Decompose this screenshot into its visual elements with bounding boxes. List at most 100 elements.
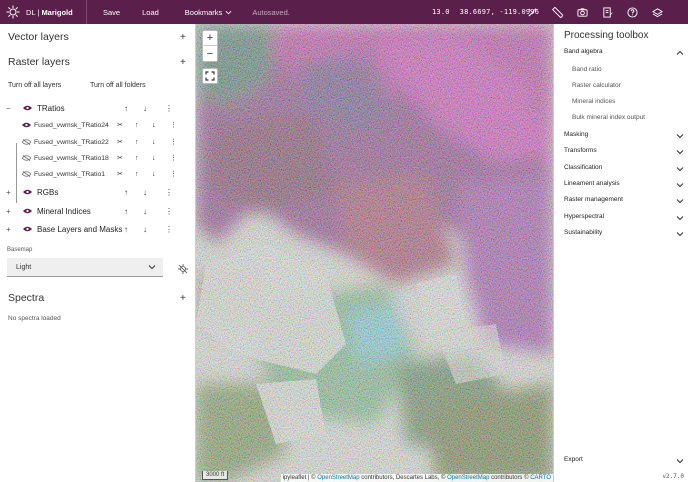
satellite-imagery[interactable] <box>196 24 553 482</box>
eye-off-icon[interactable] <box>22 155 31 161</box>
expand-toggle[interactable]: + <box>6 225 11 234</box>
move-up-icon[interactable]: ↑ <box>124 188 128 197</box>
layer-group-base-layers[interactable]: + Base Layers and Masks ↑ ↓ ⋮ <box>0 221 196 237</box>
sublayer-row[interactable]: Fused_vwmsk_TRatio24 ✂ ↑ ↓ ⋮ <box>0 118 196 132</box>
section-sustainability[interactable]: Sustainability <box>564 229 602 236</box>
osm-link[interactable]: OpenStreetMap <box>317 475 359 481</box>
eye-icon[interactable] <box>23 105 32 111</box>
move-down-icon[interactable]: ↓ <box>152 122 156 129</box>
chevron-down-icon[interactable] <box>676 148 684 156</box>
chevron-down-icon[interactable] <box>676 132 684 140</box>
chevron-down-icon[interactable] <box>676 165 684 173</box>
style-tools-icon[interactable]: ✂ <box>117 138 123 146</box>
move-up-icon[interactable]: ↑ <box>124 207 128 216</box>
eye-icon[interactable] <box>23 208 32 214</box>
sublayer-row[interactable]: Fused_vwmsk_TRatio1 ✂ ↑ ↓ ⋮ <box>0 167 196 181</box>
chevron-down-icon[interactable] <box>676 214 684 222</box>
sublayer-row[interactable]: Fused_vwmsk_TRatio22 ✂ ↑ ↓ ⋮ <box>0 135 196 149</box>
notebook-icon <box>603 6 613 18</box>
carto-link[interactable]: CARTO <box>530 475 551 481</box>
layer-group-label: TRatios <box>37 103 65 113</box>
style-tools-icon[interactable]: ✂ <box>117 154 123 162</box>
section-lineament-analysis[interactable]: Lineament analysis <box>564 180 620 187</box>
magic-wand-button[interactable] <box>520 0 545 24</box>
move-down-icon[interactable]: ↓ <box>152 155 156 162</box>
style-tools-icon[interactable]: ✂ <box>117 170 123 178</box>
screenshot-button[interactable] <box>570 0 595 24</box>
expand-toggle[interactable]: + <box>6 188 11 197</box>
move-up-icon[interactable]: ↑ <box>135 171 139 178</box>
tool-raster-calculator[interactable]: Raster calculator <box>572 82 621 89</box>
layers-stack-button[interactable] <box>645 0 670 24</box>
help-button[interactable] <box>620 0 645 24</box>
scale-bar: 3000 ft <box>202 471 229 480</box>
add-raster-layer-button[interactable]: + <box>180 57 186 68</box>
expand-toggle[interactable]: + <box>6 207 11 216</box>
section-hyperspectral[interactable]: Hyperspectral <box>564 213 604 220</box>
move-down-icon[interactable]: ↓ <box>143 104 147 113</box>
app-logo[interactable]: DL | Marigold <box>0 0 87 24</box>
add-vector-layer-button[interactable]: + <box>180 32 186 43</box>
load-button[interactable]: Load <box>136 8 165 17</box>
eye-off-icon[interactable] <box>22 139 31 145</box>
more-options-icon[interactable]: ⋮ <box>165 207 173 216</box>
eye-icon[interactable] <box>22 122 31 128</box>
layer-group-tratios[interactable]: − TRatios ↑ ↓ ⋮ <box>0 100 196 116</box>
layer-group-mineral-indices[interactable]: + Mineral Indices ↑ ↓ ⋮ <box>0 203 196 219</box>
move-up-icon[interactable]: ↑ <box>124 104 128 113</box>
section-export[interactable]: Export <box>564 456 583 463</box>
move-down-icon[interactable]: ↓ <box>152 171 156 178</box>
tool-band-ratio[interactable]: Band ratio <box>572 66 602 73</box>
more-options-icon[interactable]: ⋮ <box>170 154 177 162</box>
bookmarks-button[interactable]: Bookmarks <box>179 8 239 17</box>
more-options-icon[interactable]: ⋮ <box>170 170 177 178</box>
tool-mineral-indices[interactable]: Mineral indices <box>572 98 615 105</box>
move-down-icon[interactable]: ↓ <box>143 207 147 216</box>
section-band-algebra[interactable]: Band algebra <box>564 48 603 55</box>
notebook-button[interactable] <box>595 0 620 24</box>
move-down-icon[interactable]: ↓ <box>143 225 147 234</box>
chevron-down-icon[interactable] <box>676 230 684 238</box>
move-down-icon[interactable]: ↓ <box>143 188 147 197</box>
sublayer-row[interactable]: Fused_vwmsk_TRatio18 ✂ ↑ ↓ ⋮ <box>0 151 196 165</box>
add-spectra-button[interactable]: + <box>180 293 186 304</box>
fullscreen-button[interactable] <box>202 68 218 84</box>
eye-icon[interactable] <box>23 189 32 195</box>
more-options-icon[interactable]: ⋮ <box>165 188 173 197</box>
ruler-icon <box>552 6 563 18</box>
location-off-icon[interactable] <box>178 264 188 274</box>
basemap-select[interactable]: Light <box>7 258 163 277</box>
section-raster-management[interactable]: Raster management <box>564 196 623 203</box>
move-up-icon[interactable]: ↑ <box>135 155 139 162</box>
turn-off-all-folders-button[interactable]: Turn off all folders <box>90 82 146 89</box>
more-options-icon[interactable]: ⋮ <box>170 121 177 129</box>
section-transforms[interactable]: Transforms <box>564 147 597 154</box>
move-down-icon[interactable]: ↓ <box>152 139 156 146</box>
ruler-button[interactable] <box>545 0 570 24</box>
chevron-down-icon[interactable] <box>676 457 684 465</box>
section-classification[interactable]: Classification <box>564 164 602 171</box>
zoom-in-button[interactable]: + <box>203 31 217 46</box>
tool-bulk-mineral-index[interactable]: Bulk mineral index output <box>572 114 645 121</box>
move-up-icon[interactable]: ↑ <box>124 225 128 234</box>
osm-link[interactable]: OpenStreetMap <box>447 475 489 481</box>
layer-group-rgbs[interactable]: + RGBs ↑ ↓ ⋮ <box>0 184 196 200</box>
turn-off-all-layers-button[interactable]: Turn off all layers <box>8 82 61 89</box>
eye-off-icon[interactable] <box>22 171 31 177</box>
save-button[interactable]: Save <box>97 8 126 17</box>
chevron-down-icon[interactable] <box>676 181 684 189</box>
brand-text: DL | Marigold <box>26 7 73 17</box>
chevron-down-icon[interactable] <box>676 197 684 205</box>
move-up-icon[interactable]: ↑ <box>135 139 139 146</box>
move-up-icon[interactable]: ↑ <box>135 122 139 129</box>
map-view[interactable]: + − 3000 ft ipyleaflet | © OpenStreetMap… <box>196 24 553 482</box>
zoom-out-button[interactable]: − <box>203 46 217 61</box>
more-options-icon[interactable]: ⋮ <box>170 138 177 146</box>
collapse-toggle[interactable]: − <box>6 104 11 113</box>
eye-icon[interactable] <box>23 226 32 232</box>
more-options-icon[interactable]: ⋮ <box>165 104 173 113</box>
style-tools-icon[interactable]: ✂ <box>117 121 123 129</box>
more-options-icon[interactable]: ⋮ <box>165 225 173 234</box>
section-masking[interactable]: Masking <box>564 131 588 138</box>
chevron-up-icon[interactable] <box>676 49 684 57</box>
